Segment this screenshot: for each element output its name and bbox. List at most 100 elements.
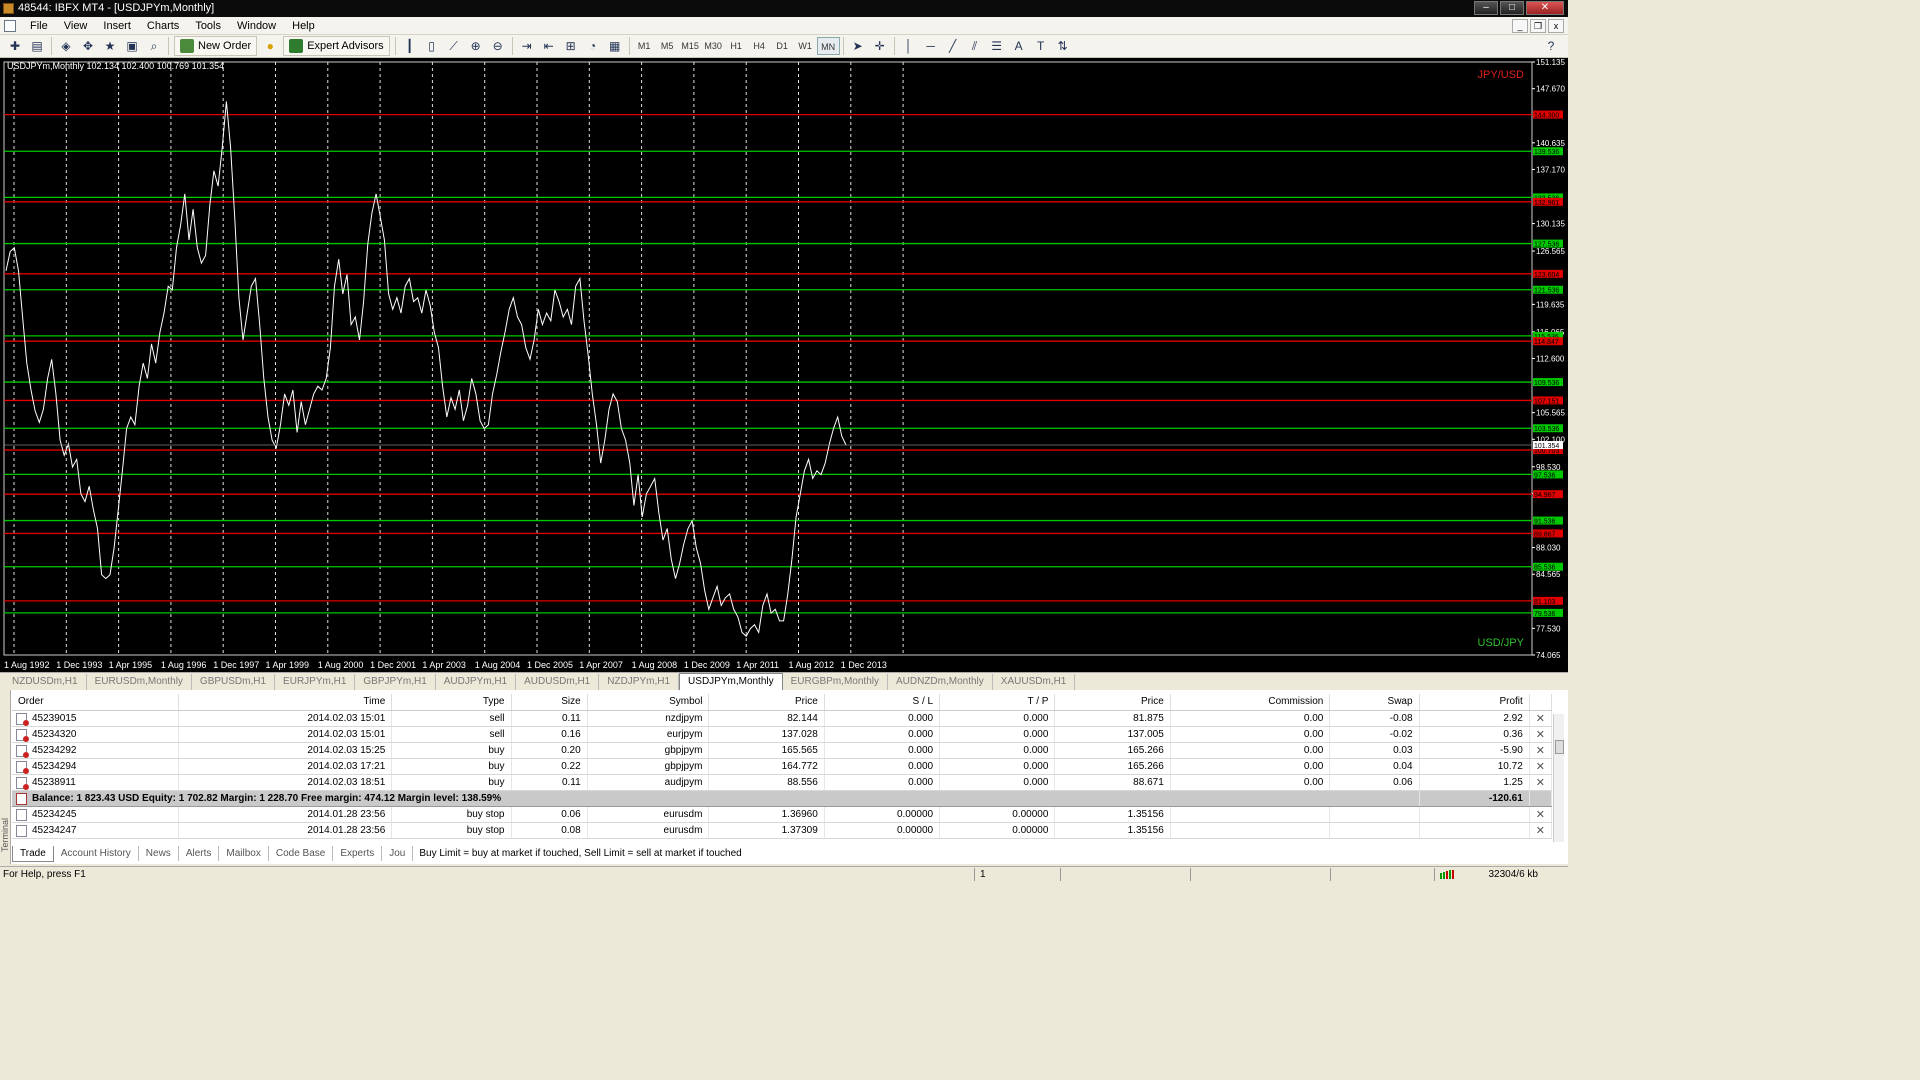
vertical-line-icon[interactable]: │ <box>898 36 920 56</box>
table-row[interactable]: 45234294 2014.02.03 17:21 buy 0.22 gbpjpym 16… <box>12 758 1553 775</box>
price-chart[interactable]: 1 Aug 1992 1 Dec 1993 1 Apr 1995 1 Aug 1996… <box>0 58 1568 672</box>
candlestick-icon[interactable]: ▯ <box>421 36 443 56</box>
table-row[interactable]: 45234320 2014.02.03 15:01 sell 0.16 eurjpym 1… <box>12 726 1553 743</box>
close-order-icon[interactable]: ✕ <box>1529 822 1553 839</box>
terminal-tab[interactable]: Code Base <box>269 846 334 861</box>
terminal-tab[interactable]: Trade <box>12 845 54 862</box>
timeframe-h4[interactable]: H4 <box>748 37 771 55</box>
timeframe-m5[interactable]: M5 <box>656 37 679 55</box>
terminal-tab[interactable]: News <box>139 846 179 861</box>
column-header[interactable]: Order <box>12 694 180 711</box>
indicators-icon[interactable]: ⊞ <box>560 36 582 56</box>
periods-icon[interactable]: ◔ <box>582 36 604 56</box>
timeframe-w1[interactable]: W1 <box>794 37 817 55</box>
close-order-icon[interactable]: ✕ <box>1529 726 1553 743</box>
chart-tab[interactable]: AUDNZDm,Monthly <box>888 673 993 690</box>
arrows-icon[interactable]: ⇅ <box>1052 36 1074 56</box>
table-row[interactable]: 45238911 2014.02.03 18:51 buy 0.11 audjpym 88… <box>12 774 1553 791</box>
document-icon[interactable] <box>4 19 16 32</box>
new-order-button[interactable]: New Order <box>174 36 258 56</box>
terminal-tab[interactable]: Account History <box>54 846 139 861</box>
line-chart-icon[interactable]: ⟋ <box>443 36 465 56</box>
crosshair-icon[interactable]: ✛ <box>869 36 891 56</box>
menu-help[interactable]: Help <box>284 17 323 35</box>
bar-chart-icon[interactable]: ┃ <box>399 36 421 56</box>
pending-row[interactable]: 45234247 2014.01.28 23:56 buy stop 0.08 euru… <box>12 822 1553 839</box>
column-header[interactable]: Time <box>178 694 393 711</box>
chart-tab[interactable]: EURUSDm,Monthly <box>87 673 192 690</box>
close-order-icon[interactable]: ✕ <box>1529 742 1553 759</box>
chart-tab[interactable]: EURGBPm,Monthly <box>783 673 888 690</box>
menu-view[interactable]: View <box>56 17 96 35</box>
table-row[interactable]: 45234292 2014.02.03 15:25 buy 0.20 gbpjpym 16… <box>12 742 1553 759</box>
close-order-icon[interactable]: ✕ <box>1529 710 1553 727</box>
child-minimize-button[interactable]: _ <box>1512 18 1528 33</box>
menu-charts[interactable]: Charts <box>139 17 187 35</box>
new-chart-icon[interactable]: ✚ <box>4 36 26 56</box>
channel-icon[interactable]: ⫽ <box>964 36 986 56</box>
label-icon[interactable]: T <box>1030 36 1052 56</box>
column-header[interactable]: T / P <box>939 694 1056 711</box>
timeframe-mn[interactable]: MN <box>816 37 840 55</box>
chart-tab[interactable]: NZDJPYm,H1 <box>599 673 680 690</box>
column-header[interactable]: Profit <box>1419 694 1530 711</box>
chart-tab[interactable]: NZDUSDm,H1 <box>4 673 87 690</box>
column-header[interactable]: Swap <box>1329 694 1420 711</box>
terminal-tab[interactable]: Jou <box>382 846 414 861</box>
timeframe-h1[interactable]: H1 <box>725 37 748 55</box>
terminal-icon[interactable]: ▣ <box>121 36 143 56</box>
horizontal-line-icon[interactable]: ─ <box>920 36 942 56</box>
maximize-button[interactable]: □ <box>1500 1 1524 15</box>
close-order-icon[interactable]: ✕ <box>1529 758 1553 775</box>
warning-icon[interactable]: ● <box>259 36 281 56</box>
timeframe-d1[interactable]: D1 <box>771 37 794 55</box>
pending-row[interactable]: 45234245 2014.01.28 23:56 buy stop 0.06 euru… <box>12 806 1553 823</box>
timeframe-m1[interactable]: M1 <box>633 37 656 55</box>
navigator-icon[interactable]: ✥ <box>77 36 99 56</box>
child-restore-button[interactable]: ❐ <box>1530 18 1546 33</box>
close-order-icon[interactable]: ✕ <box>1529 774 1553 791</box>
close-button[interactable]: ✕ <box>1526 1 1564 15</box>
autoscroll-icon[interactable]: ⇥ <box>516 36 538 56</box>
help-icon[interactable]: ? <box>1540 36 1562 56</box>
timeframe-m30[interactable]: M30 <box>702 37 725 55</box>
zoom-in-icon[interactable]: ⊕ <box>465 36 487 56</box>
chart-window[interactable]: 1 Aug 1992 1 Dec 1993 1 Apr 1995 1 Aug 1996… <box>0 58 1568 672</box>
chart-shift-icon[interactable]: ⇤ <box>538 36 560 56</box>
chart-tab[interactable]: GBPJPYm,H1 <box>355 673 436 690</box>
timeframe-m15[interactable]: M15 <box>679 37 702 55</box>
child-close-button[interactable]: x <box>1548 18 1564 33</box>
minimize-button[interactable]: – <box>1474 1 1498 15</box>
fibonacci-icon[interactable]: ☰ <box>986 36 1008 56</box>
terminal-scrollbar[interactable] <box>1553 714 1564 842</box>
terminal-tab[interactable]: Experts <box>333 846 383 861</box>
chart-tab[interactable]: AUDJPYm,H1 <box>436 673 517 690</box>
close-order-icon[interactable]: ✕ <box>1529 806 1553 823</box>
menu-file[interactable]: File <box>22 17 56 35</box>
table-row[interactable]: 45239015 2014.02.03 15:01 sell 0.11 nzdjpym 8… <box>12 710 1553 727</box>
chart-tab[interactable]: EURJPYm,H1 <box>275 673 356 690</box>
menu-window[interactable]: Window <box>229 17 284 35</box>
market-watch-icon[interactable]: ◈ <box>55 36 77 56</box>
expert-advisors-button[interactable]: Expert Advisors <box>283 36 390 56</box>
column-header[interactable]: Size <box>511 694 588 711</box>
column-header[interactable]: Commission <box>1170 694 1331 711</box>
chart-tab[interactable]: GBPUSDm,H1 <box>192 673 276 690</box>
profiles-icon[interactable]: ▤ <box>26 36 48 56</box>
tester-icon[interactable]: ⌕ <box>143 36 165 56</box>
templates-icon[interactable]: ▦ <box>604 36 626 56</box>
terminal-tab[interactable]: Mailbox <box>219 846 269 861</box>
column-header[interactable]: Price <box>708 694 825 711</box>
favorites-icon[interactable]: ★ <box>99 36 121 56</box>
column-header[interactable]: Symbol <box>587 694 710 711</box>
trendline-icon[interactable]: ╱ <box>942 36 964 56</box>
chart-tab[interactable]: XAUUSDm,H1 <box>993 673 1076 690</box>
column-header[interactable]: Type <box>391 694 512 711</box>
column-header[interactable]: S / L <box>824 694 941 711</box>
terminal-tab[interactable]: Alerts <box>179 846 220 861</box>
chart-tab[interactable]: AUDUSDm,H1 <box>516 673 600 690</box>
cursor-icon[interactable]: ➤ <box>847 36 869 56</box>
menu-tools[interactable]: Tools <box>187 17 229 35</box>
scrollbar-thumb[interactable] <box>1555 740 1564 754</box>
zoom-out-icon[interactable]: ⊖ <box>487 36 509 56</box>
